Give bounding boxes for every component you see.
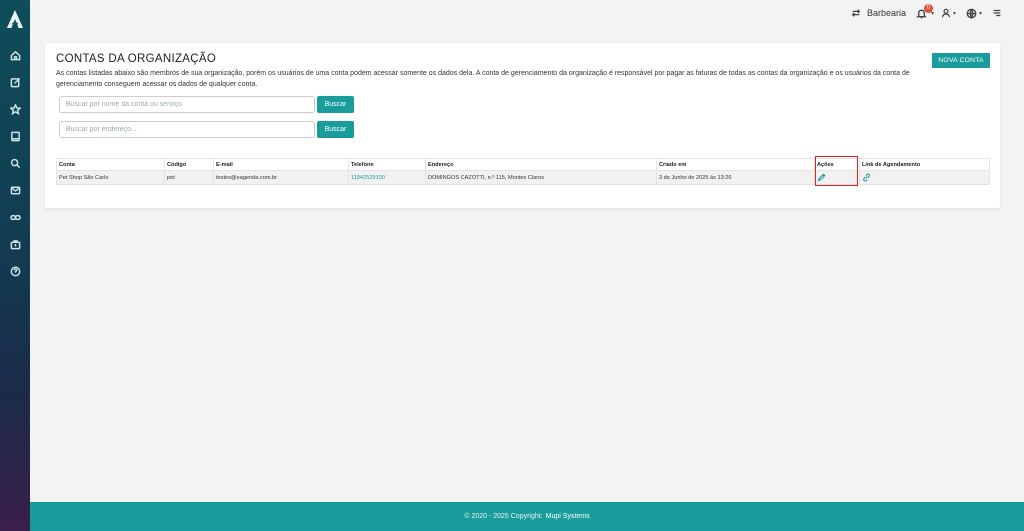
home-icon[interactable] [8, 48, 22, 62]
notifications-button[interactable]: 0 ▾ [916, 4, 934, 19]
menu-toggle-button[interactable] [992, 8, 1002, 18]
col-telefone: Telefone [348, 158, 426, 171]
cell-endereco: DOMINGOS CAZOTTI, n.º 115, Montes Claros [425, 170, 657, 185]
sidebar [0, 0, 30, 531]
topbar: Barbearia 0 ▾ ▾ ▾ [30, 0, 1024, 30]
footer-brand-link[interactable]: Mupi Systems [546, 513, 590, 520]
user-icon [941, 8, 951, 18]
link-icon[interactable] [862, 173, 871, 182]
cell-criado-em: 3 de Junho de 2025 às 13:26 [656, 170, 815, 185]
globe-icon [966, 8, 977, 19]
edit-icon[interactable] [8, 75, 22, 89]
org-switcher[interactable]: Barbearia [851, 8, 906, 18]
switch-icon [851, 9, 861, 17]
search-name-button[interactable]: Buscar [317, 96, 354, 113]
chevron-down-icon: ▾ [979, 11, 983, 17]
cell-conta: Pet Shop São Carlo [56, 170, 165, 185]
briefcase-icon[interactable] [8, 237, 22, 251]
new-account-button[interactable]: NOVA CONTA [932, 53, 990, 68]
page-description: As contas listadas abaixo são membros de… [56, 70, 910, 88]
col-conta: Conta [56, 158, 165, 171]
chevron-down-icon: ▾ [953, 10, 957, 17]
search-icon[interactable] [8, 156, 22, 170]
col-codigo: Código [164, 158, 214, 171]
cell-email: testes@eagenda.com.br [213, 170, 349, 185]
language-menu[interactable]: ▾ [966, 8, 982, 19]
table-header-row: Conta Código E-mail Telefone Endereço Cr… [56, 158, 990, 171]
cell-codigo: pet [164, 170, 214, 185]
search-address-button[interactable]: Buscar [317, 121, 354, 138]
footer-copyright: © 2020 - 2025 Copyright: [464, 513, 543, 520]
col-criado-em: Criado em [656, 158, 815, 171]
star-icon[interactable] [8, 102, 22, 116]
menu-icon [993, 9, 1001, 17]
search-by-address: Buscar [59, 121, 354, 138]
accounts-card: CONTAS DA ORGANIZAÇÃO As contas listadas… [45, 43, 1000, 208]
table-row: Pet Shop São Carlo pet testes@eagenda.co… [56, 170, 990, 185]
col-email: E-mail [213, 158, 349, 171]
mail-icon[interactable] [8, 183, 22, 197]
search-address-input[interactable] [59, 121, 315, 138]
col-endereco: Endereço [425, 158, 657, 171]
book-icon[interactable] [8, 129, 22, 143]
cell-acoes [814, 170, 860, 185]
accounts-table: Conta Código E-mail Telefone Endereço Cr… [56, 158, 990, 185]
link-icon[interactable] [8, 210, 22, 224]
notification-badge: 0 [924, 4, 933, 13]
col-acoes: Ações [814, 158, 860, 171]
org-name: Barbearia [867, 8, 907, 18]
search-by-name: Buscar [59, 96, 354, 113]
col-link-agendamento: Link de Agendamento [859, 158, 990, 171]
help-icon[interactable] [8, 264, 22, 278]
cell-link-agendamento [859, 170, 990, 185]
search-name-input[interactable] [59, 96, 315, 113]
cell-telefone[interactable]: 11942529100 [348, 170, 426, 185]
footer: © 2020 - 2025 Copyright: Mupi Systems [30, 502, 1024, 531]
page-title: CONTAS DA ORGANIZAÇÃO [56, 53, 217, 65]
user-menu[interactable]: ▾ [941, 8, 956, 18]
app-logo-icon[interactable] [6, 9, 24, 29]
pencil-icon[interactable] [817, 173, 826, 182]
